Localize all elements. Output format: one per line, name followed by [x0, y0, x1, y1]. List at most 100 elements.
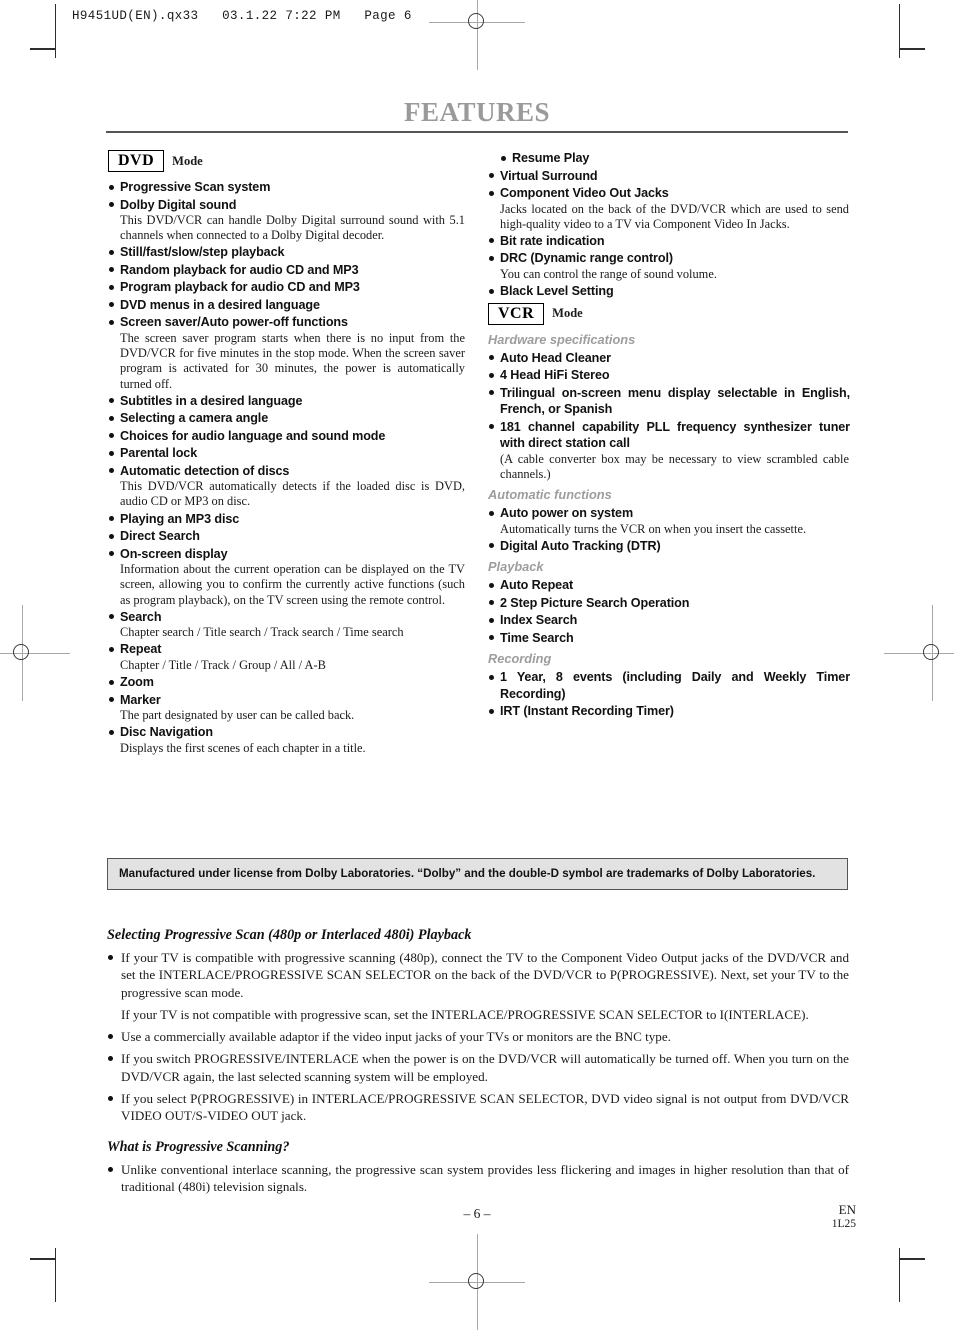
bullet-icon [109, 302, 114, 308]
feature-item: Virtual Surround [488, 168, 850, 185]
bullet-icon [109, 614, 114, 620]
feature-description: The part designated by user can be calle… [120, 708, 355, 723]
bullet-icon [109, 319, 114, 325]
feature-item: Component Video Out Jacks Jacks located o… [488, 185, 850, 232]
feature-title: Auto power on system [500, 506, 634, 521]
feature-title: Direct Search [120, 529, 200, 544]
feature-item: Playing an MP3 disc [108, 511, 466, 528]
feature-description: Chapter / Title / Track / Group / All / … [120, 657, 326, 672]
bullet-icon [109, 697, 114, 703]
feature-description: Automatically turns the VCR on when you … [500, 521, 807, 536]
feature-title: Marker [120, 692, 161, 707]
feature-title: Resume Play [512, 151, 590, 165]
bullet-icon [489, 390, 494, 396]
feature-title: Random playback for audio CD and MP3 [120, 262, 359, 277]
vcr-mode-badge: VCR [488, 302, 545, 325]
feature-item: Time Search [488, 630, 850, 647]
crop-mark-top-left-horizontal [30, 48, 56, 50]
bullet-icon [109, 533, 114, 539]
feature-title: Trilingual on-screen menu display select… [500, 385, 850, 417]
feature-item: 4 Head HiFi Stereo [488, 367, 850, 384]
bullet-icon [489, 582, 494, 588]
feature-item: Repeat Chapter / Title / Track / Group / … [108, 641, 466, 673]
feature-description: Displays the first scenes of each chapte… [120, 740, 366, 755]
paragraph-text: Use a commercially available adaptor if … [121, 1029, 671, 1045]
feature-title: Selecting a camera angle [120, 411, 269, 426]
bullet-icon [109, 551, 114, 557]
feature-title: Playing an MP3 disc [120, 511, 240, 526]
bullet-icon [489, 617, 494, 623]
body-paragraph: If your TV is compatible with progressiv… [107, 949, 849, 1001]
feature-item: Resume Play [488, 150, 850, 167]
bullet-icon [489, 372, 494, 378]
feature-item: Marker The part designated by user can be… [108, 692, 466, 724]
feature-title: 181 channel capability PLL frequency syn… [500, 419, 850, 451]
bullet-icon [109, 249, 114, 255]
feature-item: Trilingual on-screen menu display select… [488, 385, 850, 418]
feature-description: You can control the range of sound volum… [500, 266, 717, 281]
bullet-icon [108, 1166, 113, 1172]
feature-description: (A cable converter box may be necessary … [500, 451, 849, 481]
bullet-icon [108, 1056, 113, 1062]
feature-title: Still/fast/slow/step playback [120, 245, 285, 260]
bullet-icon [109, 433, 114, 439]
feature-title: Parental lock [120, 446, 198, 461]
feature-title: Disc Navigation [120, 725, 213, 740]
bullet-icon [489, 288, 494, 294]
registration-mark-bottom [429, 1234, 525, 1330]
feature-title: Bit rate indication [500, 233, 605, 248]
feature-title: Time Search [500, 630, 574, 645]
feature-title: Program playback for audio CD and MP3 [120, 280, 360, 295]
feature-title: Choices for audio language and sound mod… [120, 428, 386, 443]
feature-title: Repeat [120, 642, 162, 657]
bullet-icon [109, 646, 114, 652]
bullet-icon [109, 398, 114, 404]
document-code: 1L25 [831, 1218, 856, 1230]
bullet-icon [109, 202, 114, 207]
feature-item: On-screen display Information about the c… [108, 546, 466, 608]
feature-description: Information about the current operation … [120, 562, 465, 607]
group-label: Hardware specifications [488, 331, 636, 347]
feature-title: Dolby Digital sound [120, 197, 237, 212]
what-is-progressive-heading: What is Progressive Scanning? [107, 1138, 290, 1155]
feature-description: Chapter search / Title search / Track se… [120, 625, 404, 640]
feature-title: Screen saver/Auto power-off functions [120, 315, 348, 330]
bullet-icon [109, 284, 114, 290]
bullet-icon [501, 155, 506, 161]
feature-item: Automatic detection of discs This DVD/VCR… [108, 463, 466, 510]
vcr-mode-label: Mode [552, 306, 583, 321]
bullet-icon [489, 173, 494, 178]
bullet-icon [489, 674, 494, 680]
feature-description: This DVD/VCR automatically detects if th… [120, 479, 465, 509]
feature-title: DVD menus in a desired language [120, 297, 320, 312]
feature-item: Dolby Digital sound This DVD/VCR can hand… [108, 197, 466, 244]
bullet-icon [109, 729, 114, 735]
crop-mark-top-right-vertical [899, 4, 901, 58]
feature-title: Index Search [500, 613, 578, 628]
bullet-icon [109, 516, 114, 522]
progressive-scan-heading: Selecting Progressive Scan (480p or Inte… [107, 927, 472, 943]
crop-mark-top-left-vertical [55, 4, 57, 58]
body-paragraph: Use a commercially available adaptor if … [107, 1028, 849, 1045]
footer-codes: EN 1L25 [832, 1203, 856, 1231]
title-divider [106, 131, 848, 134]
bullet-icon [108, 955, 113, 960]
feature-title: DRC (Dynamic range control) [500, 251, 673, 266]
feature-title: Automatic detection of discs [120, 463, 290, 478]
bullet-icon [489, 238, 494, 244]
feature-description: This DVD/VCR can handle Dolby Digital su… [120, 213, 465, 243]
right-column: Resume Play Virtual Surround Component Vid… [488, 150, 850, 721]
feature-item: Auto Repeat [488, 577, 850, 594]
paragraph-text: If your TV is compatible with progressiv… [121, 950, 849, 1000]
feature-title: Auto Head Cleaner [500, 350, 611, 365]
feature-item: Zoom [108, 674, 466, 691]
feature-title: 2 Step Picture Search Operation [500, 595, 690, 610]
feature-item: Disc Navigation Displays the first scenes… [108, 724, 466, 756]
dvd-mode-label: Mode [172, 153, 203, 168]
bullet-icon [489, 255, 494, 261]
group-label: Automatic functions [488, 487, 612, 503]
feature-item: Subtitles in a desired language [108, 393, 466, 410]
bullet-icon [109, 450, 114, 456]
feature-item: Search Chapter search / Title search / Tr… [108, 609, 466, 641]
vcr-mode-badge-row: VCR Mode [488, 302, 850, 325]
